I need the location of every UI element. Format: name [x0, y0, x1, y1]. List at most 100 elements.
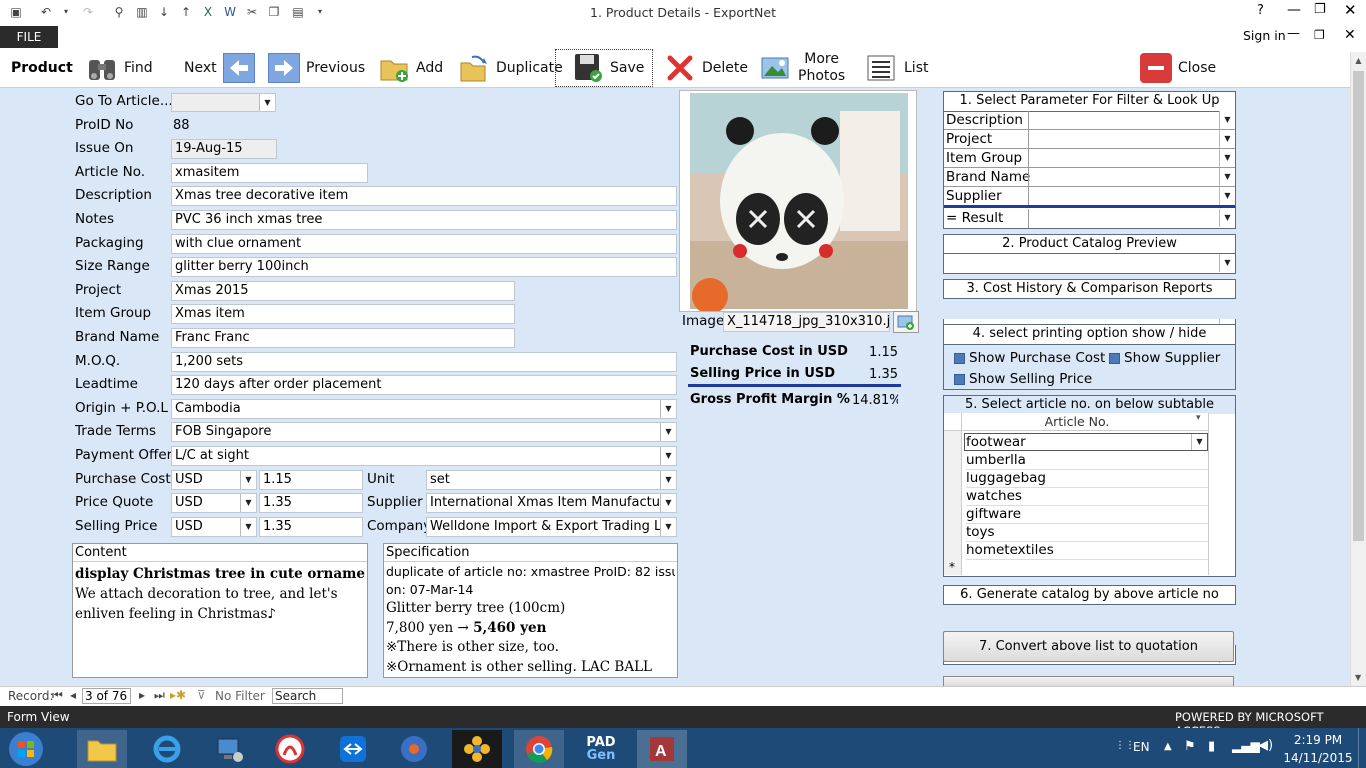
chart-icon[interactable]: ▥	[134, 4, 150, 20]
price-quote-currency-select[interactable]: USD ▼	[171, 493, 257, 513]
show-supplier-checkbox[interactable]: Show Supplier	[1109, 350, 1220, 366]
paste-icon[interactable]: ▤	[290, 4, 306, 20]
delete-button[interactable]: Delete	[664, 50, 748, 86]
filter-row-item-group[interactable]: Item Group ▼	[944, 149, 1235, 168]
show-desktop-button[interactable]	[1358, 728, 1366, 768]
purchase-cost-field[interactable]: 1.15	[259, 470, 363, 490]
notes-field[interactable]: PVC 36 inch xmas tree	[171, 210, 677, 230]
sort-desc-icon[interactable]: ↑	[178, 4, 194, 20]
add-button[interactable]: Add	[378, 50, 443, 86]
copy-icon[interactable]: ❐	[266, 4, 282, 20]
previous-button[interactable]: Previous	[268, 50, 365, 86]
new-record-marker[interactable]: *	[949, 560, 955, 574]
scrollbar-thumb[interactable]	[1353, 71, 1364, 541]
close-form-button[interactable]: Close	[1140, 50, 1216, 86]
record-position-field[interactable]: 3 of 76	[82, 688, 131, 704]
chevron-down-icon[interactable]: ▼	[660, 518, 676, 536]
show-hidden-icons[interactable]: ▲	[1164, 741, 1172, 752]
content-box[interactable]: Content display Christmas tree in cute o…	[72, 543, 368, 678]
vertical-scrollbar[interactable]: ▲ ▼	[1350, 52, 1366, 686]
origin-pol-select[interactable]: Cambodia ▼	[171, 399, 677, 419]
brand-name-field[interactable]: Franc Franc	[171, 328, 515, 348]
leadtime-field[interactable]: 120 days after order placement	[171, 375, 677, 395]
filter-row-supplier[interactable]: Supplier ▼	[944, 187, 1235, 206]
issue-on-field[interactable]: 19-Aug-15	[171, 139, 277, 159]
filter-row-project[interactable]: Project ▼	[944, 130, 1235, 149]
sort-asc-icon[interactable]: ↓	[156, 4, 172, 20]
taskbar-app-red[interactable]	[265, 730, 315, 768]
battery-icon[interactable]: ▮	[1208, 739, 1215, 754]
company-select[interactable]: Welldone Import & Export Trading Limited…	[426, 517, 677, 537]
help-button[interactable]: ?	[1257, 3, 1264, 18]
project-field[interactable]: Xmas 2015	[171, 281, 515, 301]
duplicate-button[interactable]: Duplicate	[458, 50, 563, 86]
image-file-field[interactable]: X_114718_jpg_310x310.jpg	[723, 312, 890, 332]
show-selling-price-checkbox[interactable]: Show Selling Price	[954, 371, 1092, 387]
article-row[interactable]: giftware	[966, 506, 1208, 524]
filter-row-result[interactable]: = Result ▼	[944, 209, 1235, 228]
goto-article-select[interactable]: ▼	[171, 93, 276, 112]
restore-button[interactable]: ❐	[1314, 2, 1326, 17]
article-row[interactable]: footwear ▼	[964, 433, 1208, 451]
word-icon[interactable]: W	[222, 4, 238, 20]
undo-icon[interactable]: ↶	[38, 4, 54, 20]
save-button[interactable]: Save	[555, 49, 653, 87]
chevron-down-icon[interactable]: ▼	[660, 447, 676, 465]
next-button[interactable]: Next	[184, 50, 255, 86]
item-group-field[interactable]: Xmas item	[171, 304, 515, 324]
sign-in-link[interactable]: Sign in	[1243, 28, 1286, 43]
taskbar-flower-app[interactable]	[452, 730, 502, 768]
customize-qat-icon[interactable]: ▾	[312, 4, 328, 20]
chevron-down-icon[interactable]: ▼	[240, 494, 256, 512]
flag-icon[interactable]: ⚑	[1184, 739, 1196, 754]
product-image-frame[interactable]	[679, 90, 917, 314]
chevron-down-icon[interactable]: ▼	[1191, 434, 1207, 450]
chevron-down-icon[interactable]: ▼	[1219, 254, 1235, 272]
packaging-field[interactable]: with clue ornament	[171, 234, 677, 254]
supplier-select[interactable]: International Xmas Item Manufacturing ▼	[426, 493, 677, 513]
prev-record-icon[interactable]: ◂	[70, 688, 76, 702]
taskbar-network[interactable]	[205, 730, 255, 768]
chevron-down-icon[interactable]: ▼	[1219, 209, 1235, 227]
show-purchase-cost-checkbox[interactable]: Show Purchase Cost	[954, 350, 1105, 366]
moq-field[interactable]: 1,200 sets	[171, 352, 677, 372]
scroll-up-icon[interactable]: ▲	[1351, 56, 1366, 65]
clock-date[interactable]: 14/11/2015	[1283, 751, 1353, 765]
column-sort-icon[interactable]: ▾	[1196, 413, 1201, 423]
chevron-down-icon[interactable]: ▼	[1219, 111, 1235, 129]
form-minimize-button[interactable]: —	[1287, 26, 1300, 41]
chevron-down-icon[interactable]: ▼	[259, 94, 275, 111]
chevron-down-icon[interactable]: ▼	[1219, 149, 1235, 167]
network-signal-icon[interactable]: ▂▄▆	[1232, 739, 1260, 753]
next-action-button-partial[interactable]	[943, 676, 1234, 686]
chevron-down-icon[interactable]: ▼	[1219, 187, 1235, 205]
purchase-cost-currency-select[interactable]: USD ▼	[171, 470, 257, 490]
new-record-icon[interactable]: ▸✱	[170, 688, 186, 702]
last-record-icon[interactable]: ⏭	[154, 688, 165, 703]
taskbar-teamviewer[interactable]	[328, 730, 378, 768]
next-record-icon[interactable]: ▸	[139, 688, 145, 702]
redo-icon[interactable]: ↷	[80, 4, 96, 20]
price-quote-field[interactable]: 1.35	[259, 493, 363, 513]
chevron-down-icon[interactable]: ▼	[660, 471, 676, 489]
list-button[interactable]: List	[866, 50, 928, 86]
browse-image-button[interactable]	[893, 311, 919, 333]
size-range-field[interactable]: glitter berry 100inch	[171, 257, 677, 277]
undo-dropdown-icon[interactable]: ▾	[58, 4, 74, 20]
taskbar-explorer[interactable]	[77, 730, 127, 768]
article-no-field[interactable]: xmasitem	[171, 163, 368, 183]
no-filter-button[interactable]: No Filter	[215, 689, 265, 703]
unit-select[interactable]: set ▼	[426, 470, 677, 490]
selling-price-currency-select[interactable]: USD ▼	[171, 517, 257, 537]
minimize-button[interactable]: —	[1287, 2, 1301, 18]
article-row[interactable]: toys	[966, 524, 1208, 542]
taskbar-access[interactable]: A	[637, 730, 687, 768]
chevron-down-icon[interactable]: ▼	[1219, 168, 1235, 186]
chevron-down-icon[interactable]: ▼	[660, 423, 676, 441]
article-row[interactable]: watches	[966, 488, 1208, 506]
first-record-icon[interactable]: ⏮	[52, 688, 63, 703]
taskbar-media[interactable]	[389, 730, 439, 768]
find-button[interactable]: Find	[86, 50, 153, 86]
volume-icon[interactable]: ◀)	[1258, 738, 1273, 753]
scroll-down-icon[interactable]: ▼	[1355, 673, 1361, 682]
